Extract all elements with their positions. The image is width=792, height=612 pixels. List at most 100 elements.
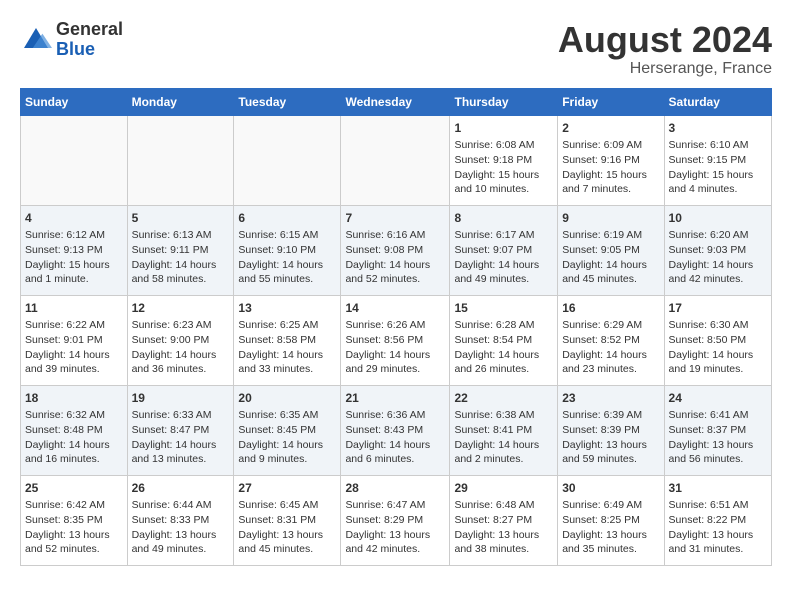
day-info: Sunrise: 6:19 AM Sunset: 9:05 PM Dayligh… — [562, 228, 659, 287]
day-number: 11 — [25, 300, 123, 317]
day-number: 30 — [562, 480, 659, 497]
day-info: Sunrise: 6:20 AM Sunset: 9:03 PM Dayligh… — [669, 228, 767, 287]
calendar-cell: 24Sunrise: 6:41 AM Sunset: 8:37 PM Dayli… — [664, 385, 771, 475]
day-number: 16 — [562, 300, 659, 317]
header-day-thursday: Thursday — [450, 88, 558, 115]
day-number: 4 — [25, 210, 123, 227]
day-info: Sunrise: 6:42 AM Sunset: 8:35 PM Dayligh… — [25, 498, 123, 557]
calendar-cell: 21Sunrise: 6:36 AM Sunset: 8:43 PM Dayli… — [341, 385, 450, 475]
header-day-tuesday: Tuesday — [234, 88, 341, 115]
calendar-cell: 13Sunrise: 6:25 AM Sunset: 8:58 PM Dayli… — [234, 295, 341, 385]
day-number: 25 — [25, 480, 123, 497]
day-number: 22 — [454, 390, 553, 407]
calendar-week-5: 25Sunrise: 6:42 AM Sunset: 8:35 PM Dayli… — [21, 475, 772, 565]
calendar-cell: 6Sunrise: 6:15 AM Sunset: 9:10 PM Daylig… — [234, 205, 341, 295]
calendar-cell: 9Sunrise: 6:19 AM Sunset: 9:05 PM Daylig… — [558, 205, 664, 295]
day-info: Sunrise: 6:25 AM Sunset: 8:58 PM Dayligh… — [238, 318, 336, 377]
day-number: 15 — [454, 300, 553, 317]
calendar-cell: 27Sunrise: 6:45 AM Sunset: 8:31 PM Dayli… — [234, 475, 341, 565]
day-number: 7 — [345, 210, 445, 227]
day-info: Sunrise: 6:08 AM Sunset: 9:18 PM Dayligh… — [454, 138, 553, 197]
location-text: Herserange, France — [558, 60, 772, 78]
day-number: 19 — [132, 390, 230, 407]
day-info: Sunrise: 6:38 AM Sunset: 8:41 PM Dayligh… — [454, 408, 553, 467]
day-info: Sunrise: 6:36 AM Sunset: 8:43 PM Dayligh… — [345, 408, 445, 467]
logo-icon — [20, 24, 52, 56]
calendar-cell: 11Sunrise: 6:22 AM Sunset: 9:01 PM Dayli… — [21, 295, 128, 385]
calendar-week-3: 11Sunrise: 6:22 AM Sunset: 9:01 PM Dayli… — [21, 295, 772, 385]
day-number: 26 — [132, 480, 230, 497]
calendar-cell: 29Sunrise: 6:48 AM Sunset: 8:27 PM Dayli… — [450, 475, 558, 565]
day-info: Sunrise: 6:47 AM Sunset: 8:29 PM Dayligh… — [345, 498, 445, 557]
day-number: 21 — [345, 390, 445, 407]
day-number: 12 — [132, 300, 230, 317]
day-info: Sunrise: 6:29 AM Sunset: 8:52 PM Dayligh… — [562, 318, 659, 377]
calendar-cell: 14Sunrise: 6:26 AM Sunset: 8:56 PM Dayli… — [341, 295, 450, 385]
calendar-cell: 8Sunrise: 6:17 AM Sunset: 9:07 PM Daylig… — [450, 205, 558, 295]
logo-general-text: General — [56, 19, 123, 39]
calendar-cell: 23Sunrise: 6:39 AM Sunset: 8:39 PM Dayli… — [558, 385, 664, 475]
header-day-monday: Monday — [127, 88, 234, 115]
calendar-cell: 16Sunrise: 6:29 AM Sunset: 8:52 PM Dayli… — [558, 295, 664, 385]
day-number: 2 — [562, 120, 659, 137]
calendar-cell: 7Sunrise: 6:16 AM Sunset: 9:08 PM Daylig… — [341, 205, 450, 295]
day-info: Sunrise: 6:13 AM Sunset: 9:11 PM Dayligh… — [132, 228, 230, 287]
calendar-cell — [127, 115, 234, 205]
day-info: Sunrise: 6:12 AM Sunset: 9:13 PM Dayligh… — [25, 228, 123, 287]
calendar-cell: 25Sunrise: 6:42 AM Sunset: 8:35 PM Dayli… — [21, 475, 128, 565]
page-header: General Blue August 2024 Herserange, Fra… — [20, 20, 772, 78]
calendar-cell: 20Sunrise: 6:35 AM Sunset: 8:45 PM Dayli… — [234, 385, 341, 475]
header-day-sunday: Sunday — [21, 88, 128, 115]
day-info: Sunrise: 6:16 AM Sunset: 9:08 PM Dayligh… — [345, 228, 445, 287]
calendar-cell — [234, 115, 341, 205]
header-day-friday: Friday — [558, 88, 664, 115]
day-number: 13 — [238, 300, 336, 317]
calendar-table: SundayMondayTuesdayWednesdayThursdayFrid… — [20, 88, 772, 566]
calendar-cell: 18Sunrise: 6:32 AM Sunset: 8:48 PM Dayli… — [21, 385, 128, 475]
calendar-cell: 12Sunrise: 6:23 AM Sunset: 9:00 PM Dayli… — [127, 295, 234, 385]
day-number: 6 — [238, 210, 336, 227]
day-number: 14 — [345, 300, 445, 317]
day-number: 31 — [669, 480, 767, 497]
calendar-body: 1Sunrise: 6:08 AM Sunset: 9:18 PM Daylig… — [21, 115, 772, 565]
calendar-cell: 17Sunrise: 6:30 AM Sunset: 8:50 PM Dayli… — [664, 295, 771, 385]
day-number: 28 — [345, 480, 445, 497]
calendar-cell — [341, 115, 450, 205]
day-info: Sunrise: 6:09 AM Sunset: 9:16 PM Dayligh… — [562, 138, 659, 197]
calendar-cell: 31Sunrise: 6:51 AM Sunset: 8:22 PM Dayli… — [664, 475, 771, 565]
day-number: 29 — [454, 480, 553, 497]
day-info: Sunrise: 6:39 AM Sunset: 8:39 PM Dayligh… — [562, 408, 659, 467]
calendar-cell: 15Sunrise: 6:28 AM Sunset: 8:54 PM Dayli… — [450, 295, 558, 385]
header-day-saturday: Saturday — [664, 88, 771, 115]
calendar-cell: 28Sunrise: 6:47 AM Sunset: 8:29 PM Dayli… — [341, 475, 450, 565]
header-day-wednesday: Wednesday — [341, 88, 450, 115]
calendar-cell: 2Sunrise: 6:09 AM Sunset: 9:16 PM Daylig… — [558, 115, 664, 205]
calendar-week-2: 4Sunrise: 6:12 AM Sunset: 9:13 PM Daylig… — [21, 205, 772, 295]
calendar-week-1: 1Sunrise: 6:08 AM Sunset: 9:18 PM Daylig… — [21, 115, 772, 205]
title-area: August 2024 Herserange, France — [558, 20, 772, 78]
calendar-cell: 30Sunrise: 6:49 AM Sunset: 8:25 PM Dayli… — [558, 475, 664, 565]
month-year-title: August 2024 — [558, 20, 772, 60]
calendar-cell: 26Sunrise: 6:44 AM Sunset: 8:33 PM Dayli… — [127, 475, 234, 565]
day-info: Sunrise: 6:51 AM Sunset: 8:22 PM Dayligh… — [669, 498, 767, 557]
day-number: 1 — [454, 120, 553, 137]
day-info: Sunrise: 6:22 AM Sunset: 9:01 PM Dayligh… — [25, 318, 123, 377]
day-info: Sunrise: 6:17 AM Sunset: 9:07 PM Dayligh… — [454, 228, 553, 287]
calendar-cell: 10Sunrise: 6:20 AM Sunset: 9:03 PM Dayli… — [664, 205, 771, 295]
calendar-cell: 22Sunrise: 6:38 AM Sunset: 8:41 PM Dayli… — [450, 385, 558, 475]
day-info: Sunrise: 6:23 AM Sunset: 9:00 PM Dayligh… — [132, 318, 230, 377]
day-number: 9 — [562, 210, 659, 227]
logo: General Blue — [20, 20, 123, 60]
day-number: 24 — [669, 390, 767, 407]
day-number: 17 — [669, 300, 767, 317]
day-info: Sunrise: 6:28 AM Sunset: 8:54 PM Dayligh… — [454, 318, 553, 377]
day-info: Sunrise: 6:35 AM Sunset: 8:45 PM Dayligh… — [238, 408, 336, 467]
day-info: Sunrise: 6:15 AM Sunset: 9:10 PM Dayligh… — [238, 228, 336, 287]
day-number: 10 — [669, 210, 767, 227]
calendar-cell: 4Sunrise: 6:12 AM Sunset: 9:13 PM Daylig… — [21, 205, 128, 295]
day-info: Sunrise: 6:48 AM Sunset: 8:27 PM Dayligh… — [454, 498, 553, 557]
day-number: 3 — [669, 120, 767, 137]
day-info: Sunrise: 6:41 AM Sunset: 8:37 PM Dayligh… — [669, 408, 767, 467]
day-number: 23 — [562, 390, 659, 407]
calendar-cell: 1Sunrise: 6:08 AM Sunset: 9:18 PM Daylig… — [450, 115, 558, 205]
